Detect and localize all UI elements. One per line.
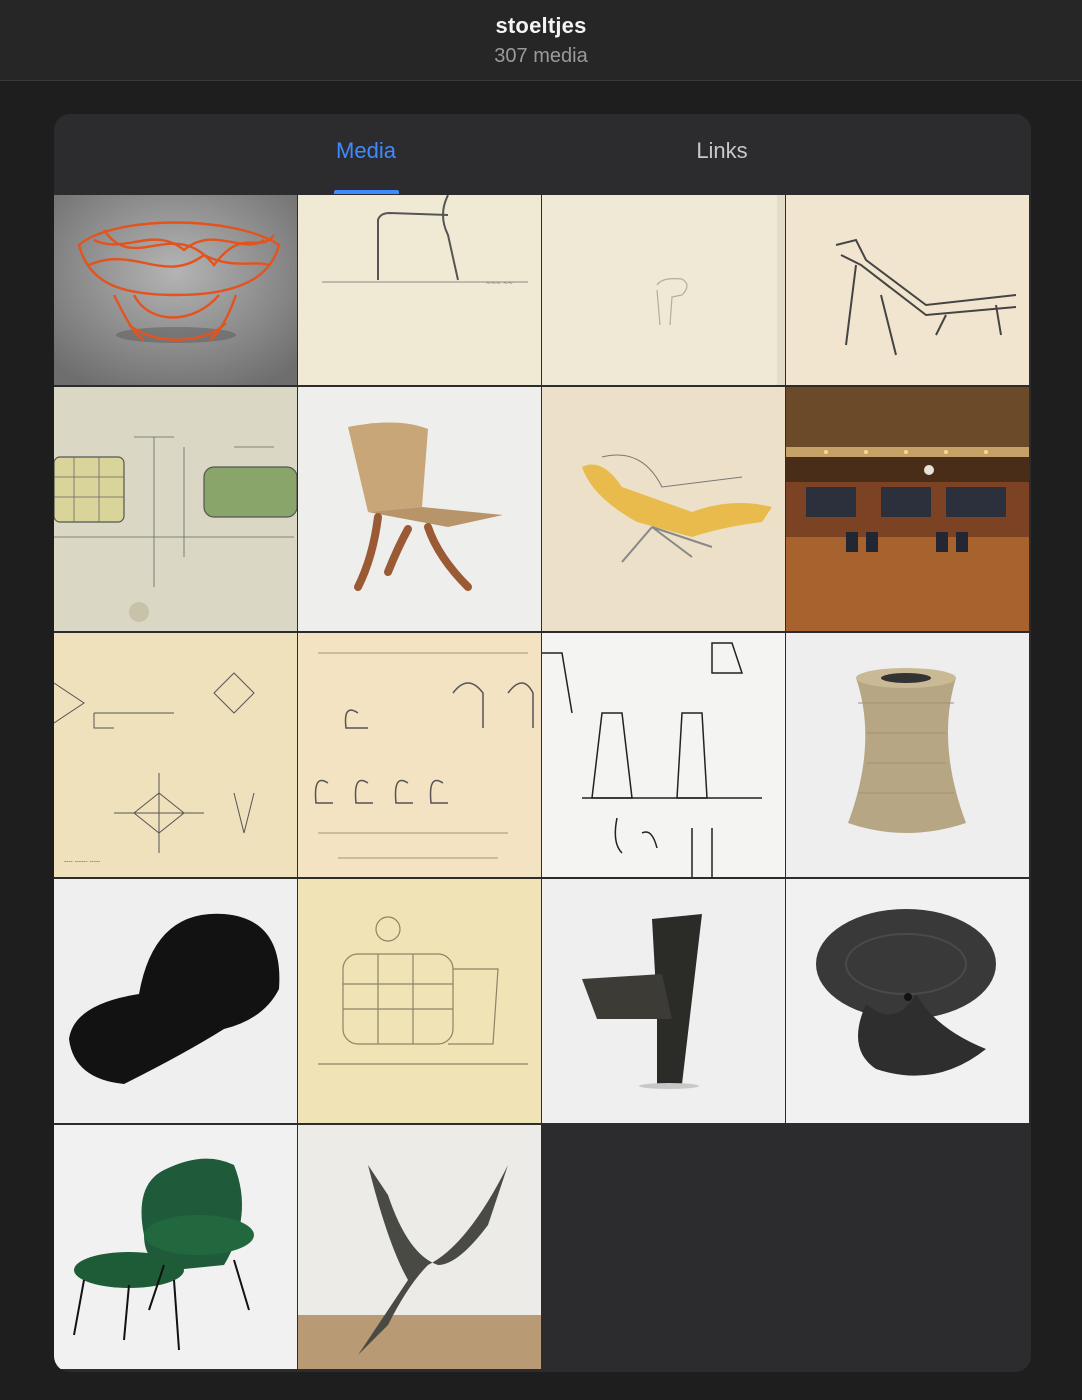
media-thumbnail-faint-sketch[interactable]: [542, 195, 785, 385]
media-thumbnail-sofa-drawing[interactable]: [54, 387, 297, 631]
media-thumbnail-orange-wire-chair[interactable]: [54, 195, 297, 385]
media-thumbnail-green-bird-chair[interactable]: [54, 1125, 297, 1369]
top-bar: stoeltjes 307 media: [0, 0, 1082, 81]
media-thumbnail-chair-sketch[interactable]: ~~~ ~~: [298, 195, 541, 385]
svg-text:~~~ ~~: ~~~ ~~: [486, 280, 513, 287]
collection-title: stoeltjes: [495, 13, 587, 38]
media-thumbnail-stool-sketches[interactable]: [542, 633, 785, 877]
media-thumbnail-ribbed-stool[interactable]: [786, 633, 1029, 877]
media-thumbnail-yellow-chaise[interactable]: [542, 387, 785, 631]
media-thumbnail-handwritten-sketch[interactable]: [298, 633, 541, 877]
media-thumbnail-rush-chair[interactable]: [298, 387, 541, 631]
media-thumbnail-spun-chair[interactable]: [786, 879, 1029, 1123]
media-thumbnail-hanging-sculpture[interactable]: [298, 1125, 541, 1369]
media-count: 307 media: [494, 45, 588, 67]
media-thumbnail-chaise-sketch[interactable]: [786, 195, 1029, 385]
media-thumbnail-figure-chair-sketch[interactable]: [298, 879, 541, 1123]
media-panel: Media Links ~~~ ~~ ---- ------ -----: [54, 114, 1031, 1372]
tab-media[interactable]: Media: [310, 138, 422, 178]
active-tab-indicator: [334, 190, 399, 194]
tab-bar: Media Links: [54, 114, 1031, 194]
tab-links[interactable]: Links: [666, 138, 778, 178]
media-thumbnail-hall-interior[interactable]: [786, 387, 1029, 631]
media-thumbnail-dark-stone-chair[interactable]: [542, 879, 785, 1123]
svg-text:---- ------ -----: ---- ------ -----: [64, 858, 100, 865]
media-thumbnail-black-lounge-chair[interactable]: [54, 879, 297, 1123]
media-thumbnail-technical-drawing[interactable]: ---- ------ -----: [54, 633, 297, 877]
